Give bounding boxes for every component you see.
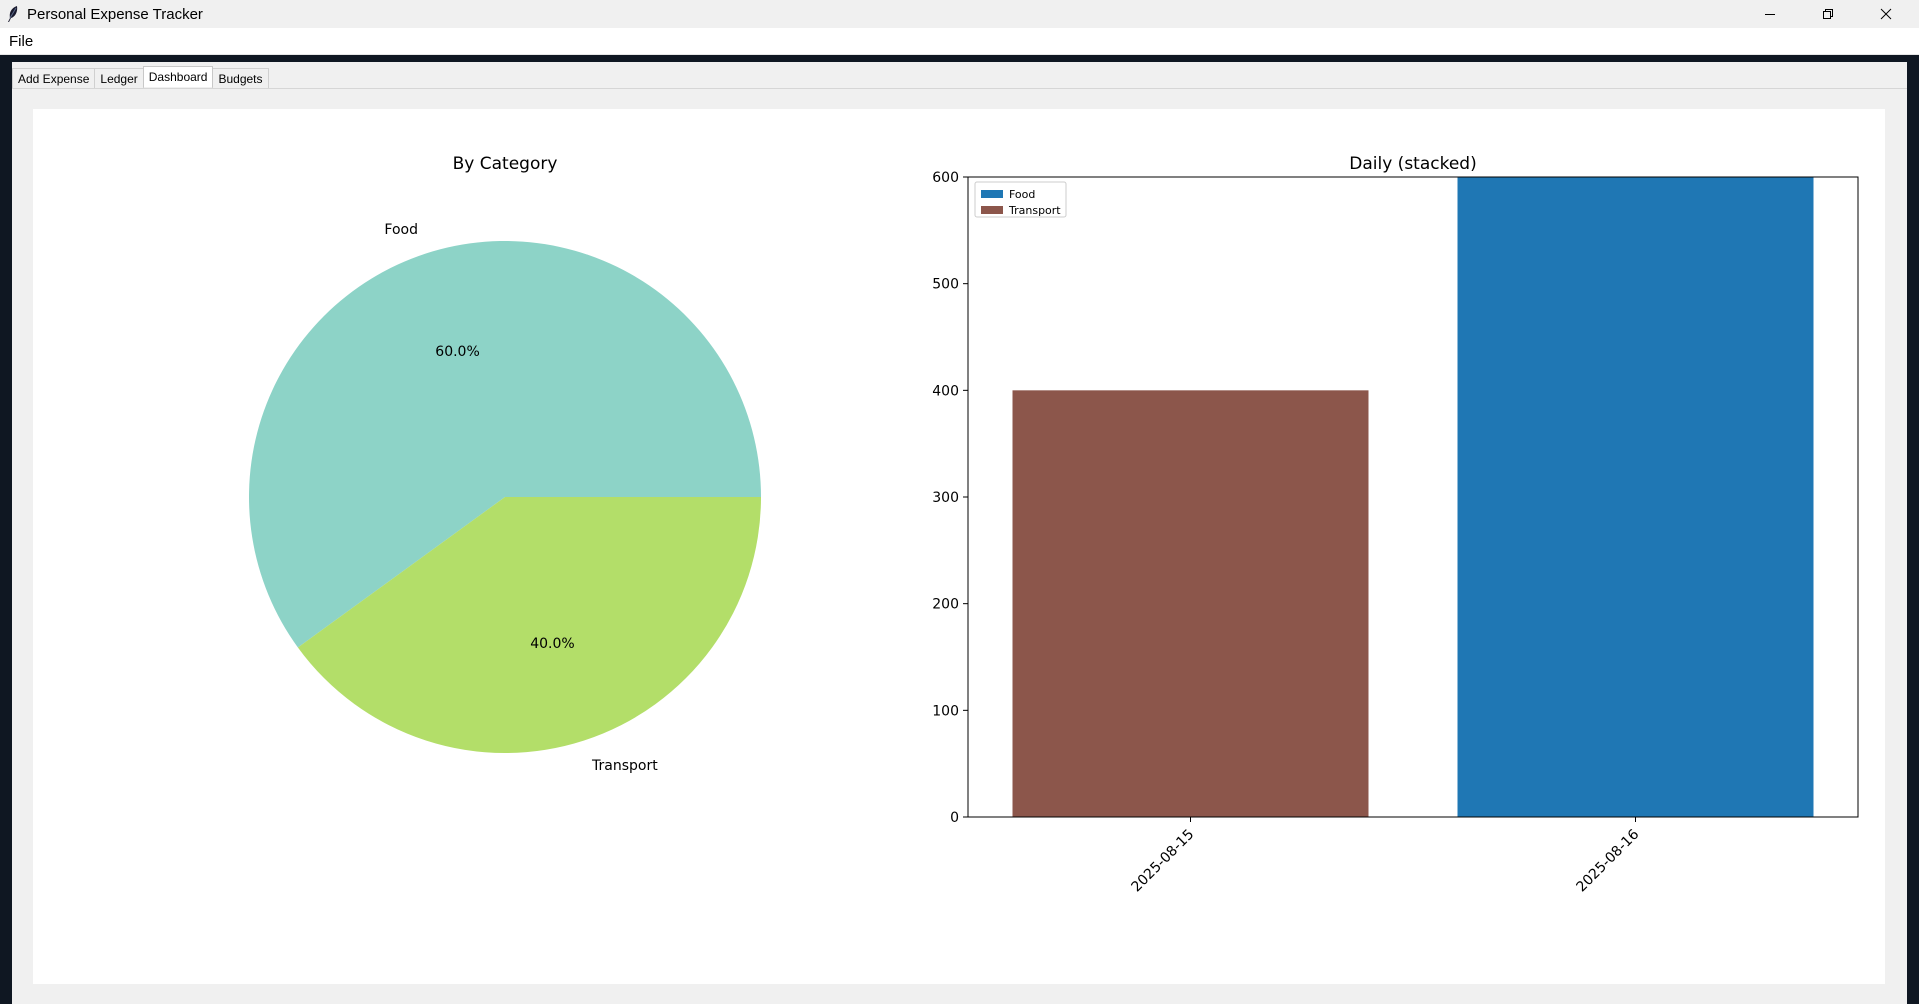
minimize-icon [1765, 14, 1775, 15]
tab-dashboard[interactable]: Dashboard [142, 66, 214, 87]
x-tick-label: 2025-08-16 [1573, 826, 1642, 895]
y-tick-label: 300 [932, 490, 959, 506]
y-tick-label: 0 [950, 810, 959, 826]
window-title: Personal Expense Tracker [27, 6, 203, 23]
bar-transport-2025-08-15 [1012, 390, 1369, 817]
y-tick-label: 100 [932, 703, 959, 719]
bar-chart: Daily (stacked) 0 100 200 300 400 500 600 2025… [932, 154, 1859, 896]
menu-file[interactable]: File [9, 33, 33, 50]
tab-budgets[interactable]: Budgets [212, 68, 269, 89]
restore-button[interactable] [1799, 0, 1857, 28]
title-bar: Personal Expense Tracker [0, 0, 1919, 28]
y-tick-label: 600 [932, 170, 959, 186]
legend-label-transport: Transport [1008, 204, 1061, 217]
y-tick-label: 200 [932, 597, 959, 613]
x-tick-label: 2025-08-15 [1128, 827, 1197, 896]
legend-swatch-transport [981, 206, 1003, 214]
pie-pct-food: 60.0% [435, 344, 479, 360]
charts-svg: By Category Food 60.0% Transport 40.0% Dail… [248, 154, 1859, 896]
y-tick-label: 500 [932, 277, 959, 293]
minimize-button[interactable] [1741, 0, 1799, 28]
bar-chart-title: Daily (stacked) [1349, 154, 1476, 174]
tab-divider [12, 88, 1907, 89]
pie-pct-transport: 40.0% [530, 636, 574, 652]
close-button[interactable] [1857, 0, 1915, 28]
bar-food-2025-08-16 [1457, 177, 1814, 817]
notebook-tabs: Add Expense Ledger Dashboard Budgets [12, 66, 269, 89]
feather-icon [8, 6, 18, 22]
pie-chart-title: By Category [453, 154, 558, 174]
dashboard-canvas: By Category Food 60.0% Transport 40.0% Dail… [33, 109, 1885, 984]
restore-icon [1823, 9, 1833, 19]
y-tick-label: 400 [932, 383, 959, 399]
bar-legend: Food Transport [974, 181, 1067, 218]
tab-ledger[interactable]: Ledger [94, 68, 144, 89]
pie-chart: By Category Food 60.0% Transport 40.0% [248, 154, 761, 774]
tab-add-expense[interactable]: Add Expense [12, 68, 96, 89]
pie-label-transport: Transport [591, 758, 658, 774]
close-icon [1880, 8, 1892, 20]
legend-swatch-food [981, 190, 1003, 198]
legend-label-food: Food [1009, 188, 1035, 201]
menu-bar: File [0, 28, 1919, 55]
pie-label-food: Food [384, 222, 418, 238]
